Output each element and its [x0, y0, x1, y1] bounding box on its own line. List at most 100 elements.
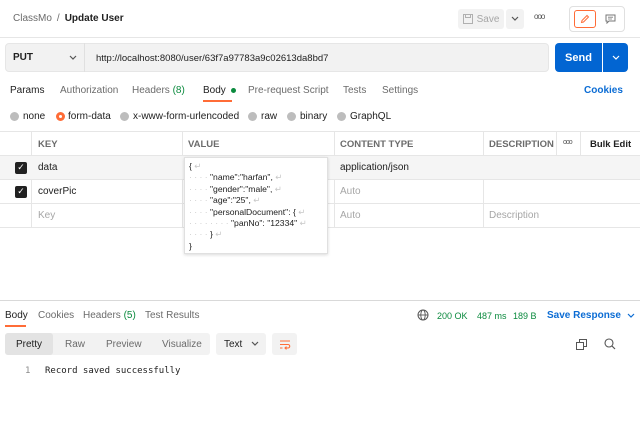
code-indent: · · · · [189, 172, 210, 183]
more-actions-button[interactable]: ooo [534, 12, 545, 21]
code-line: · · · · "gender":"male", ↵ [189, 184, 323, 195]
row-content-type[interactable]: Auto [340, 186, 361, 197]
code-text: "age":"25", [210, 195, 251, 206]
view-tab-pretty[interactable]: Pretty [5, 333, 53, 355]
tab-headers-count: (8) [172, 85, 185, 96]
tab-headers[interactable]: Headers (8) [132, 85, 185, 96]
code-indent: · · · · [189, 229, 210, 240]
tab-authorization[interactable]: Authorization [60, 85, 118, 96]
right-icons-group [569, 6, 625, 32]
code-text: "personalDocument": { [210, 206, 296, 217]
radio-none[interactable] [10, 112, 19, 121]
radio-form-data[interactable] [56, 112, 65, 121]
save-options-button[interactable] [506, 9, 524, 29]
tab-body-dot [230, 87, 236, 93]
cookies-link[interactable]: Cookies [584, 85, 623, 96]
format-select[interactable]: Text [216, 333, 266, 355]
line-end-marker: ↵ [298, 206, 306, 217]
send-label: Send [565, 51, 592, 64]
description-placeholder[interactable]: Description [489, 210, 539, 221]
response-time[interactable]: 487 ms [477, 311, 507, 321]
bulk-edit-button[interactable]: Bulk Edit [590, 139, 631, 150]
method-label: PUT [13, 52, 33, 63]
view-tab-visualize[interactable]: Visualize [162, 339, 202, 350]
view-tab-preview[interactable]: Preview [106, 339, 142, 350]
view-tab-raw[interactable]: Raw [65, 339, 85, 350]
response-size[interactable]: 189 B [513, 311, 537, 321]
row-checkbox[interactable]: ✓ [15, 162, 27, 174]
radio-none-label: none [23, 111, 46, 122]
method-select[interactable]: PUT [5, 43, 85, 72]
comments-button[interactable] [600, 10, 620, 28]
response-tab-headers-label: Headers [83, 310, 121, 321]
chevron-down-icon [627, 313, 635, 318]
breadcrumb-workspace[interactable]: ClassMo [13, 13, 52, 24]
code-line: · · · · "name":"harfan", ↵ [189, 172, 323, 183]
radio-graphql[interactable] [337, 112, 346, 121]
radio-urlencoded[interactable] [120, 112, 129, 121]
content-type-placeholder[interactable]: Auto [340, 210, 361, 221]
save-response-button[interactable]: Save Response [547, 310, 635, 321]
url-input[interactable]: http://localhost:8080/user/63f7a97783a9c… [96, 53, 328, 64]
chevron-down-icon [511, 16, 519, 21]
response-status[interactable]: 200 OK [437, 311, 468, 321]
value-editor[interactable]: { ↵ · · · · "name":"harfan", ↵ · · · · "ge… [184, 157, 328, 254]
tab-tests[interactable]: Tests [343, 85, 366, 96]
radio-binary-label: binary [300, 111, 328, 122]
send-options-button[interactable] [603, 43, 628, 72]
comment-icon [605, 14, 615, 24]
line-end-marker: ↵ [274, 183, 282, 194]
code-text: "panNo": "12334" [231, 218, 298, 229]
code-line: } [189, 241, 323, 252]
chevron-down-icon [612, 55, 619, 60]
radio-graphql-label: GraphQL [350, 111, 392, 122]
row-key[interactable]: data [38, 162, 57, 173]
radio-raw[interactable] [248, 112, 257, 121]
table-more-button[interactable]: ooo [563, 139, 573, 146]
code-indent: · · · · [189, 183, 210, 194]
radio-binary[interactable] [287, 112, 296, 121]
request-title[interactable]: Update User [65, 13, 124, 24]
edit-button[interactable] [574, 10, 596, 28]
copy-icon[interactable] [576, 339, 587, 350]
row-key[interactable]: coverPic [38, 186, 76, 197]
wrap-lines-button[interactable] [272, 333, 297, 355]
line-end-marker: ↵ [194, 161, 202, 171]
response-tab-headers[interactable]: Headers (5) [83, 310, 136, 321]
header-divider [0, 37, 640, 38]
tab-pre-request-script[interactable]: Pre-request Script [248, 85, 329, 96]
code-text: "name":"harfan", [210, 172, 273, 183]
chevron-down-icon [251, 341, 259, 346]
line-end-marker: ↵ [215, 229, 223, 240]
tab-params[interactable]: Params [10, 85, 44, 96]
search-icon[interactable] [604, 338, 616, 350]
radio-raw-label: raw [261, 111, 278, 122]
response-body-text[interactable]: Record saved successfully [45, 366, 180, 376]
response-tab-cookies[interactable]: Cookies [38, 310, 74, 321]
response-tab-body[interactable]: Body [5, 310, 28, 321]
code-text: } [210, 229, 213, 240]
response-tab-body-underline [5, 325, 26, 327]
send-button[interactable]: Send [555, 43, 602, 72]
code-text: { [189, 161, 192, 171]
code-line: · · · · · · · · "panNo": "12334" ↵ [189, 218, 323, 229]
response-tab-test-results[interactable]: Test Results [145, 310, 199, 321]
save-icon [462, 14, 473, 24]
key-placeholder[interactable]: Key [38, 210, 55, 221]
tab-body[interactable]: Body [203, 85, 236, 96]
wrap-icon [279, 339, 290, 350]
response-tab-headers-count: (5) [123, 310, 136, 321]
globe-icon [417, 309, 429, 321]
radio-form-data-label: form-data [68, 111, 111, 122]
row-checkbox[interactable]: ✓ [15, 186, 27, 198]
code-line: · · · · } ↵ [189, 229, 323, 240]
tab-settings[interactable]: Settings [382, 85, 418, 96]
code-line: · · · · "personalDocument": { ↵ [189, 207, 323, 218]
column-header-content-type: CONTENT TYPE [340, 139, 414, 150]
code-indent: · · · · · · · · [189, 218, 231, 229]
save-button[interactable]: Save [458, 9, 504, 29]
line-end-marker: ↵ [275, 172, 283, 183]
column-divider [556, 132, 557, 156]
row-content-type[interactable]: application/json [340, 162, 409, 173]
view-tab-pretty-label: Pretty [15, 338, 43, 350]
